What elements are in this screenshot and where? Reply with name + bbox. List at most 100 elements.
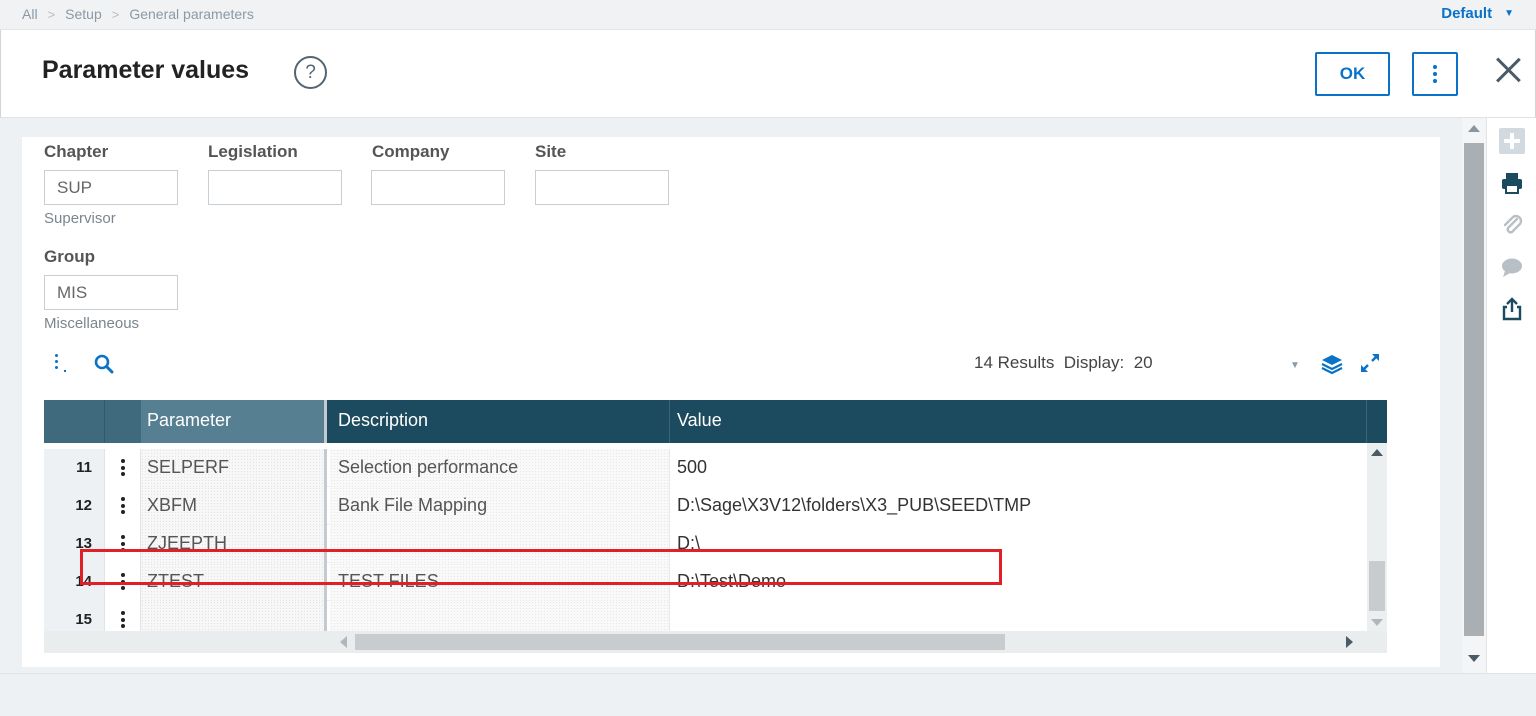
caret-down-icon: ▼ [1504, 8, 1514, 19]
value-cell[interactable]: D:\Sage\X3V12\folders\X3_PUB\SEED\TMP [670, 487, 1367, 525]
grid-header: Parameter Description Value [44, 400, 1387, 443]
scroll-up-icon[interactable] [1371, 449, 1383, 456]
profile-selector[interactable]: Default ▼ [1441, 5, 1514, 22]
expand-icon[interactable] [1359, 352, 1381, 374]
grid-body: 11 SELPERF Selection performance 500 12 … [44, 443, 1367, 631]
row-actions-button[interactable] [104, 525, 141, 563]
side-action-bar [1486, 118, 1536, 673]
breadcrumb-item-general-parameters[interactable]: General parameters [129, 6, 254, 22]
breadcrumb-item-all[interactable]: All [22, 6, 38, 22]
group-label: Group [44, 247, 95, 266]
caret-down-icon[interactable]: ▼ [1290, 360, 1300, 371]
results-count: 14 Results [974, 353, 1055, 372]
scroll-thumb[interactable] [1369, 561, 1385, 611]
print-icon[interactable] [1499, 170, 1525, 196]
content-area: Chapter SUP Supervisor Legislation Compa… [0, 118, 1536, 716]
footer-bar [0, 673, 1536, 716]
group-field[interactable]: MIS [44, 275, 178, 310]
row-actions-button[interactable] [104, 601, 141, 631]
page-scrollbar[interactable] [1462, 118, 1486, 673]
value-cell[interactable]: D:\ [670, 525, 1367, 563]
column-header-parameter[interactable]: Parameter [141, 400, 327, 443]
site-label: Site [535, 142, 567, 161]
ok-button[interactable]: OK [1315, 52, 1390, 96]
scroll-thumb[interactable] [1464, 143, 1484, 636]
comment-icon[interactable] [1499, 254, 1525, 280]
search-icon[interactable] [94, 354, 114, 374]
scroll-left-icon[interactable] [340, 636, 347, 648]
row-number: 15 [44, 601, 104, 631]
row-number: 14 [44, 563, 104, 601]
vertical-dots-icon [121, 535, 125, 555]
table-row[interactable]: 14 ZTEST TEST FILES D:\Test\Demo [44, 563, 1367, 601]
company-field[interactable] [371, 170, 505, 205]
row-actions-header [104, 400, 141, 443]
parameter-cell[interactable]: SELPERF [141, 449, 327, 487]
scroll-up-icon[interactable] [1468, 125, 1480, 132]
legislation-field[interactable] [208, 170, 342, 205]
vertical-dots-icon [121, 573, 125, 593]
scroll-thumb[interactable] [355, 634, 1005, 650]
parameter-cell[interactable]: ZTEST [141, 563, 327, 601]
vertical-dots-icon [1433, 65, 1437, 83]
row-actions-button[interactable] [104, 449, 141, 487]
profile-label: Default [1441, 5, 1493, 22]
grid-horizontal-scrollbar[interactable] [44, 631, 1387, 653]
grid-menu-icon[interactable] [55, 354, 69, 374]
description-cell[interactable] [330, 525, 670, 563]
breadcrumb: All > Setup > General parameters [22, 6, 254, 22]
description-cell[interactable]: Bank File Mapping [330, 487, 670, 525]
chapter-description: Supervisor [44, 210, 116, 227]
group-description: Miscellaneous [44, 315, 140, 332]
more-actions-button[interactable] [1412, 52, 1458, 96]
value-cell[interactable]: D:\Test\Demo [670, 563, 1367, 601]
row-actions-button[interactable] [104, 487, 141, 525]
row-number-header [44, 400, 104, 443]
legislation-label: Legislation [208, 142, 298, 161]
chevron-right-icon: > [47, 6, 56, 22]
value-cell[interactable]: 500 [670, 449, 1367, 487]
chevron-right-icon: > [111, 6, 120, 22]
scroll-down-icon[interactable] [1468, 655, 1480, 662]
row-number: 11 [44, 449, 104, 487]
row-number: 13 [44, 525, 104, 563]
page-title: Parameter values [42, 56, 250, 84]
vertical-dots-icon [121, 497, 125, 517]
parameter-cell[interactable]: ZJEEPTH [141, 525, 327, 563]
scroll-down-icon[interactable] [1371, 619, 1383, 626]
grid-vertical-scrollbar[interactable] [1367, 443, 1387, 631]
results-summary: 14 Results Display: 20 [974, 353, 1153, 373]
header-filler [1367, 400, 1387, 443]
description-cell[interactable] [330, 601, 670, 631]
breadcrumb-bar: All > Setup > General parameters Default… [0, 0, 1536, 30]
help-icon[interactable]: ? [294, 56, 327, 89]
description-cell[interactable]: TEST FILES [330, 563, 670, 601]
site-field[interactable] [535, 170, 669, 205]
vertical-dots-icon [121, 459, 125, 479]
row-actions-button[interactable] [104, 563, 141, 601]
table-row[interactable]: 15 [44, 601, 1367, 631]
scroll-right-icon[interactable] [1346, 636, 1353, 648]
page-header: Parameter values ? OK [0, 30, 1536, 118]
table-row[interactable]: 13 ZJEEPTH D:\ [44, 525, 1367, 563]
breadcrumb-item-setup[interactable]: Setup [65, 6, 102, 22]
parameter-cell[interactable]: XBFM [141, 487, 327, 525]
attachment-icon[interactable] [1499, 212, 1525, 238]
table-row[interactable]: 11 SELPERF Selection performance 500 [44, 449, 1367, 487]
share-icon[interactable] [1499, 296, 1525, 322]
column-header-value[interactable]: Value [670, 400, 1367, 443]
description-cell[interactable]: Selection performance [330, 449, 670, 487]
display-count-select[interactable]: 20 [1134, 353, 1153, 372]
vertical-dots-icon [121, 611, 125, 631]
parameter-cell[interactable] [141, 601, 327, 631]
chapter-label: Chapter [44, 142, 109, 161]
close-icon[interactable] [1494, 56, 1522, 84]
chapter-field[interactable]: SUP [44, 170, 178, 205]
value-cell[interactable] [670, 601, 1367, 631]
column-header-description[interactable]: Description [330, 400, 670, 443]
parameter-panel: Chapter SUP Supervisor Legislation Compa… [22, 137, 1440, 667]
layers-icon[interactable] [1320, 353, 1344, 375]
company-label: Company [372, 142, 450, 161]
table-row[interactable]: 12 XBFM Bank File Mapping D:\Sage\X3V12\… [44, 487, 1367, 525]
add-icon[interactable] [1499, 128, 1525, 154]
